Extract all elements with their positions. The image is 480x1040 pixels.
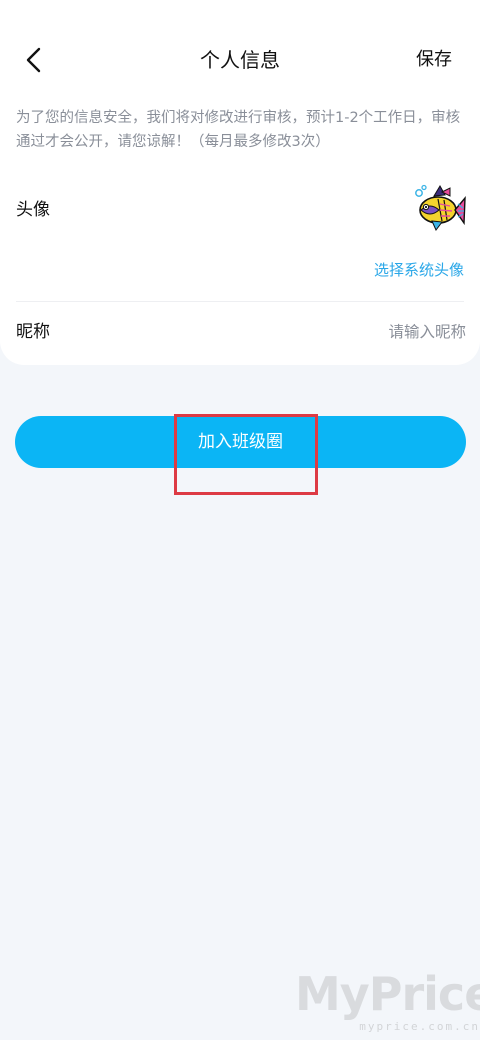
avatar[interactable] [412,184,466,234]
divider [16,301,464,302]
nav-bar: 个人信息 保存 [0,30,480,90]
fish-avatar-icon [415,184,466,231]
nickname-input[interactable] [266,318,466,346]
watermark-sub-text: myprice.com.cn [359,1020,480,1033]
watermark-main-text: MyPrice [295,967,480,1021]
choose-system-avatar-link[interactable]: 选择系统头像 [374,259,464,281]
page-title: 个人信息 [200,48,280,72]
join-button-label: 加入班级圈 [198,432,283,452]
personal-info-page: 个人信息 保存 为了您的信息安全，我们将对修改进行审核，预计1-2个工作日，审核… [0,0,480,1040]
watermark-logo: MyPrice myprice.com.cn [295,968,480,1038]
join-class-circle-button[interactable]: 加入班级圈 [15,416,466,468]
avatar-label: 头像 [16,200,50,220]
info-card: 个人信息 保存 为了您的信息安全，我们将对修改进行审核，预计1-2个工作日，审核… [0,0,480,365]
nickname-label: 昵称 [16,322,50,342]
review-notice: 为了您的信息安全，我们将对修改进行审核，预计1-2个工作日，审核通过才会公开，请… [16,110,461,150]
save-button[interactable]: 保存 [416,46,452,74]
